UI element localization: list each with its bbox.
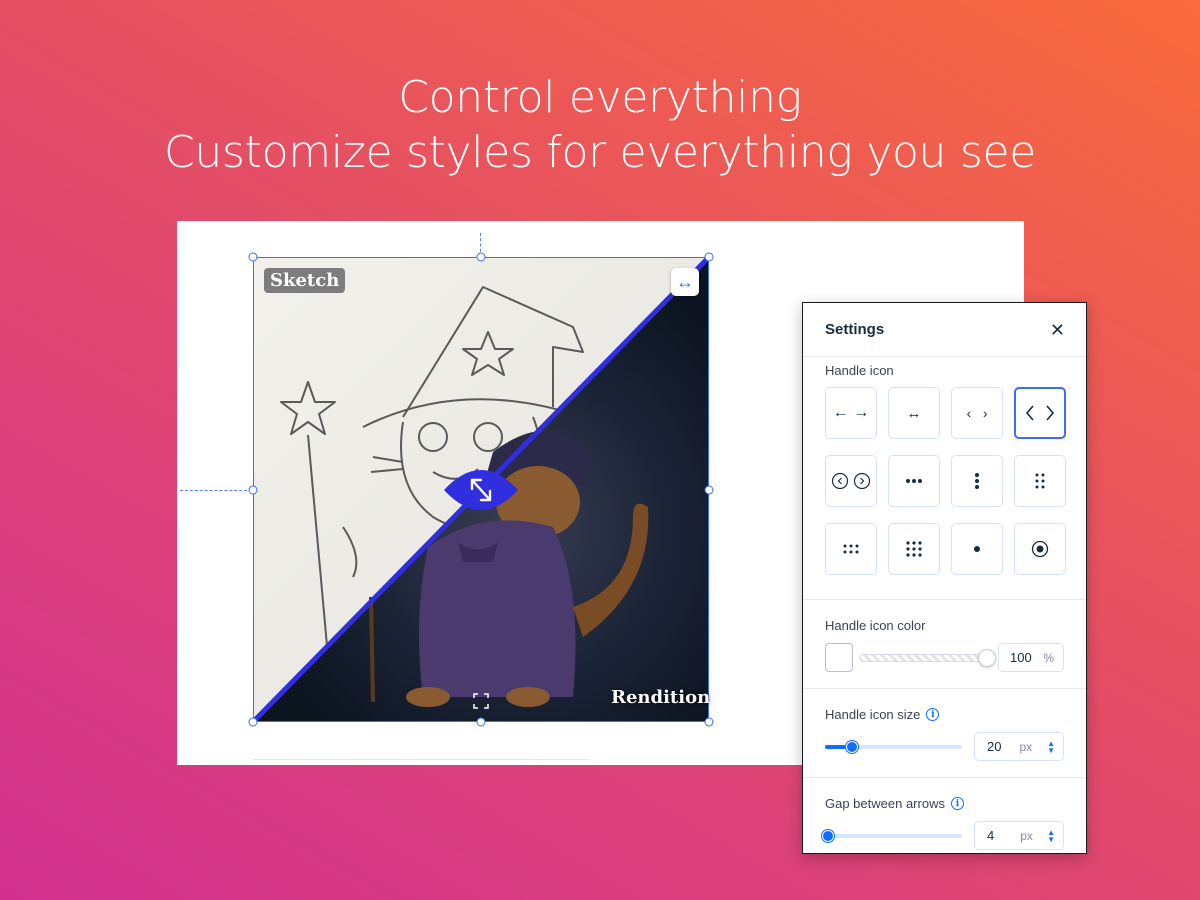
- target-dot-icon[interactable]: [1014, 523, 1066, 575]
- label-after: Rendition: [611, 687, 711, 708]
- chevrons-small-icon[interactable]: ‹ ›: [951, 387, 1003, 439]
- arrows-double-icon[interactable]: ↔: [888, 387, 940, 439]
- handle-icon-size-label-row: Handle icon size i: [825, 707, 1064, 722]
- gap-row: 4 px ▲ ▼: [821, 821, 1064, 850]
- chevrons-large-icon[interactable]: [1014, 387, 1066, 439]
- comparison-handle[interactable]: [442, 460, 520, 520]
- dots-horizontal-icon[interactable]: [888, 455, 940, 507]
- horizontal-guide: [180, 490, 252, 491]
- arrows-long-icon[interactable]: ← →: [825, 387, 877, 439]
- handle-icon-options: ← → ↔ ‹ ›: [825, 387, 1066, 575]
- size-row: 20 px ▲ ▼: [825, 732, 1064, 761]
- resize-handle-top-left[interactable]: [248, 252, 258, 262]
- circled-chevrons-icon[interactable]: [825, 455, 877, 507]
- size-stepper-icon[interactable]: ▲ ▼: [1047, 739, 1055, 754]
- opacity-slider-thumb[interactable]: [978, 648, 997, 667]
- size-value: 20: [987, 739, 1002, 754]
- gap-value: 4: [987, 828, 995, 843]
- gap-between-arrows-section: Gap between arrows i 4 px ▲ ▼: [803, 778, 1086, 853]
- label-before: Sketch: [264, 268, 346, 293]
- swap-direction-button[interactable]: ↔: [671, 268, 699, 296]
- resize-handle-bottom-right[interactable]: [704, 717, 714, 727]
- resize-handle-bottom[interactable]: [476, 717, 486, 727]
- size-input[interactable]: 20 px ▲ ▼: [974, 732, 1064, 761]
- settings-panel: Settings ✕ Handle icon ← → ↔ ‹ › Handle …: [802, 302, 1087, 854]
- opacity-input[interactable]: 100 %: [998, 643, 1064, 672]
- gap-stepper-icon[interactable]: ▲ ▼: [1047, 828, 1055, 843]
- opacity-unit: %: [1043, 650, 1054, 665]
- canvas-toolbar-edge: [253, 759, 589, 765]
- size-unit: px: [1019, 739, 1033, 754]
- close-icon[interactable]: ✕: [1050, 321, 1065, 339]
- color-row: 100 %: [825, 643, 1064, 672]
- opacity-slider[interactable]: [858, 648, 997, 667]
- opacity-value: 100: [1010, 650, 1032, 665]
- fullscreen-icon[interactable]: [472, 692, 490, 710]
- gap-slider[interactable]: [821, 829, 962, 842]
- headline: Control everything Customize styles for …: [0, 70, 1200, 180]
- size-slider[interactable]: [825, 740, 962, 753]
- dots-grid-2x3-icon[interactable]: [1014, 455, 1066, 507]
- headline-line-2: Customize styles for everything you see: [164, 127, 1036, 178]
- handle-icon-color-label: Handle icon color: [825, 618, 926, 633]
- handle-icon-color-section: Handle icon color 100 %: [803, 600, 1086, 689]
- gap-slider-thumb[interactable]: [821, 829, 834, 842]
- single-dot-icon[interactable]: [951, 523, 1003, 575]
- resize-handle-left[interactable]: [248, 485, 258, 495]
- gap-label-row: Gap between arrows i: [825, 796, 1064, 811]
- color-swatch[interactable]: [825, 643, 853, 672]
- dots-grid-3x3-icon[interactable]: [888, 523, 940, 575]
- resize-handle-bottom-left[interactable]: [248, 717, 258, 727]
- resize-handle-right[interactable]: [704, 485, 714, 495]
- handle-icon-section: Handle icon ← → ↔ ‹ ›: [803, 357, 1086, 600]
- headline-line-1: Control everything: [398, 72, 802, 123]
- resize-handle-top[interactable]: [476, 252, 486, 262]
- info-icon[interactable]: i: [926, 708, 940, 721]
- settings-title: Settings: [825, 321, 885, 338]
- handle-icon-size-section: Handle icon size i 20 px ▲ ▼: [803, 689, 1086, 778]
- info-icon[interactable]: i: [950, 797, 964, 810]
- gap-unit: px: [1020, 828, 1033, 843]
- diagonal-resize-arrows-icon: [444, 470, 518, 510]
- dots-vertical-icon[interactable]: [951, 455, 1003, 507]
- gap-input[interactable]: 4 px ▲ ▼: [974, 821, 1064, 850]
- horizontal-double-arrow-icon: ↔: [676, 271, 694, 292]
- size-slider-thumb[interactable]: [846, 740, 859, 753]
- handle-icon-label: Handle icon: [825, 363, 894, 378]
- gap-between-arrows-label: Gap between arrows: [825, 796, 945, 811]
- settings-header: Settings ✕: [803, 303, 1086, 357]
- dots-grid-3x2-icon[interactable]: [825, 523, 877, 575]
- handle-icon-size-label: Handle icon size: [825, 707, 921, 722]
- resize-handle-top-right[interactable]: [704, 252, 714, 262]
